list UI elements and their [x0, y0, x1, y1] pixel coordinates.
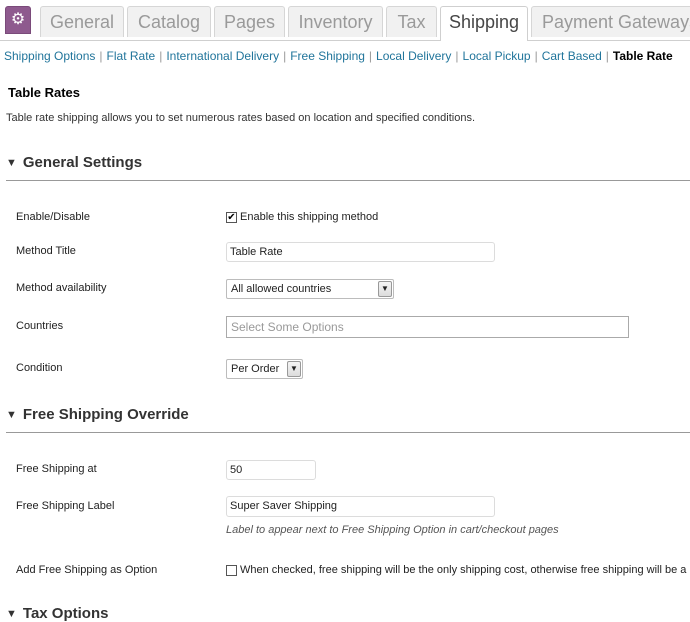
free-shipping-at-label: Free Shipping at — [16, 463, 97, 475]
free-shipping-label-hint: Label to appear next to Free Shipping Op… — [226, 524, 559, 536]
condition-value: Per Order — [231, 363, 280, 375]
shipping-subnav: Shipping Options | Flat Rate | International… — [4, 49, 673, 63]
subnav-flat-rate[interactable]: Flat Rate — [107, 49, 156, 63]
gear-icon: ⚙ — [10, 11, 26, 28]
section-title: Free Shipping Override — [22, 406, 189, 423]
tab-tax[interactable]: Tax — [386, 6, 437, 37]
subnav-shipping-options[interactable]: Shipping Options — [4, 49, 95, 63]
free-shipping-label-label: Free Shipping Label — [16, 500, 115, 512]
subnav-separator: | — [368, 49, 373, 63]
page-description: Table rate shipping allows you to set nu… — [6, 112, 476, 124]
tab-pages[interactable]: Pages — [214, 6, 285, 37]
subnav-separator: | — [159, 49, 163, 63]
subnav-separator: | — [99, 49, 103, 63]
subnav-separator: | — [455, 49, 459, 63]
method-title-label: Method Title — [16, 245, 76, 257]
subnav-separator: | — [283, 49, 287, 63]
checkmark-icon: ✔ — [227, 212, 236, 223]
section-divider — [6, 432, 690, 433]
method-availability-value: All allowed countries — [231, 283, 332, 295]
section-free-shipping-override[interactable]: ▼ Free Shipping Override — [6, 406, 189, 423]
method-availability-select[interactable]: All allowed countries ▼ — [226, 279, 394, 299]
tab-catalog[interactable]: Catalog — [127, 6, 211, 37]
chevron-down-icon: ▼ — [378, 281, 392, 297]
subnav-separator: | — [534, 49, 538, 63]
chevron-down-icon: ▼ — [287, 361, 301, 377]
subnav-local-delivery[interactable]: Local Delivery — [376, 49, 451, 63]
condition-select[interactable]: Per Order ▼ — [226, 359, 303, 379]
subnav-free-shipping[interactable]: Free Shipping — [290, 49, 365, 63]
subnav-table-rate-current: Table Rate — [612, 49, 673, 63]
tab-inventory[interactable]: Inventory — [288, 6, 383, 37]
method-availability-label: Method availability — [16, 282, 107, 294]
collapse-triangle-icon: ▼ — [6, 157, 17, 169]
condition-label: Condition — [16, 362, 63, 374]
method-title-input[interactable]: Table Rate — [226, 242, 495, 262]
tab-bar: ⚙ General Catalog Pages Inventory Tax Sh… — [0, 0, 690, 41]
subnav-international-delivery[interactable]: International Delivery — [166, 49, 279, 63]
countries-multiselect[interactable]: Select Some Options — [226, 316, 629, 338]
add-free-shipping-option-label: Add Free Shipping as Option — [16, 564, 158, 576]
section-divider — [6, 180, 690, 181]
free-shipping-at-input[interactable]: 50 — [226, 460, 316, 480]
collapse-triangle-icon: ▼ — [6, 608, 17, 620]
add-free-shipping-option-checkbox[interactable] — [226, 565, 237, 576]
enable-method-checkbox-label: Enable this shipping method — [240, 211, 379, 223]
section-title: Tax Options — [22, 605, 109, 622]
countries-label: Countries — [16, 320, 64, 332]
tab-shipping[interactable]: Shipping — [440, 6, 528, 41]
enable-method-checkbox[interactable]: ✔ — [226, 212, 237, 223]
add-free-shipping-option-text: When checked, free shipping will be the … — [240, 564, 687, 576]
enable-disable-label: Enable/Disable — [16, 211, 90, 223]
section-general-settings[interactable]: ▼ General Settings — [6, 154, 142, 171]
tab-general[interactable]: General — [40, 6, 124, 37]
free-shipping-label-input[interactable]: Super Saver Shipping — [226, 496, 495, 517]
tab-general-settings[interactable]: ⚙ — [5, 6, 31, 34]
subnav-local-pickup[interactable]: Local Pickup — [463, 49, 531, 63]
subnav-cart-based[interactable]: Cart Based — [542, 49, 602, 63]
tab-payment-gateways[interactable]: Payment Gateways — [531, 6, 690, 37]
subnav-separator: | — [605, 49, 609, 63]
section-title: General Settings — [22, 154, 143, 171]
page-title: Table Rates — [8, 85, 81, 100]
section-tax-options[interactable]: ▼ Tax Options — [6, 605, 108, 622]
collapse-triangle-icon: ▼ — [6, 409, 17, 421]
